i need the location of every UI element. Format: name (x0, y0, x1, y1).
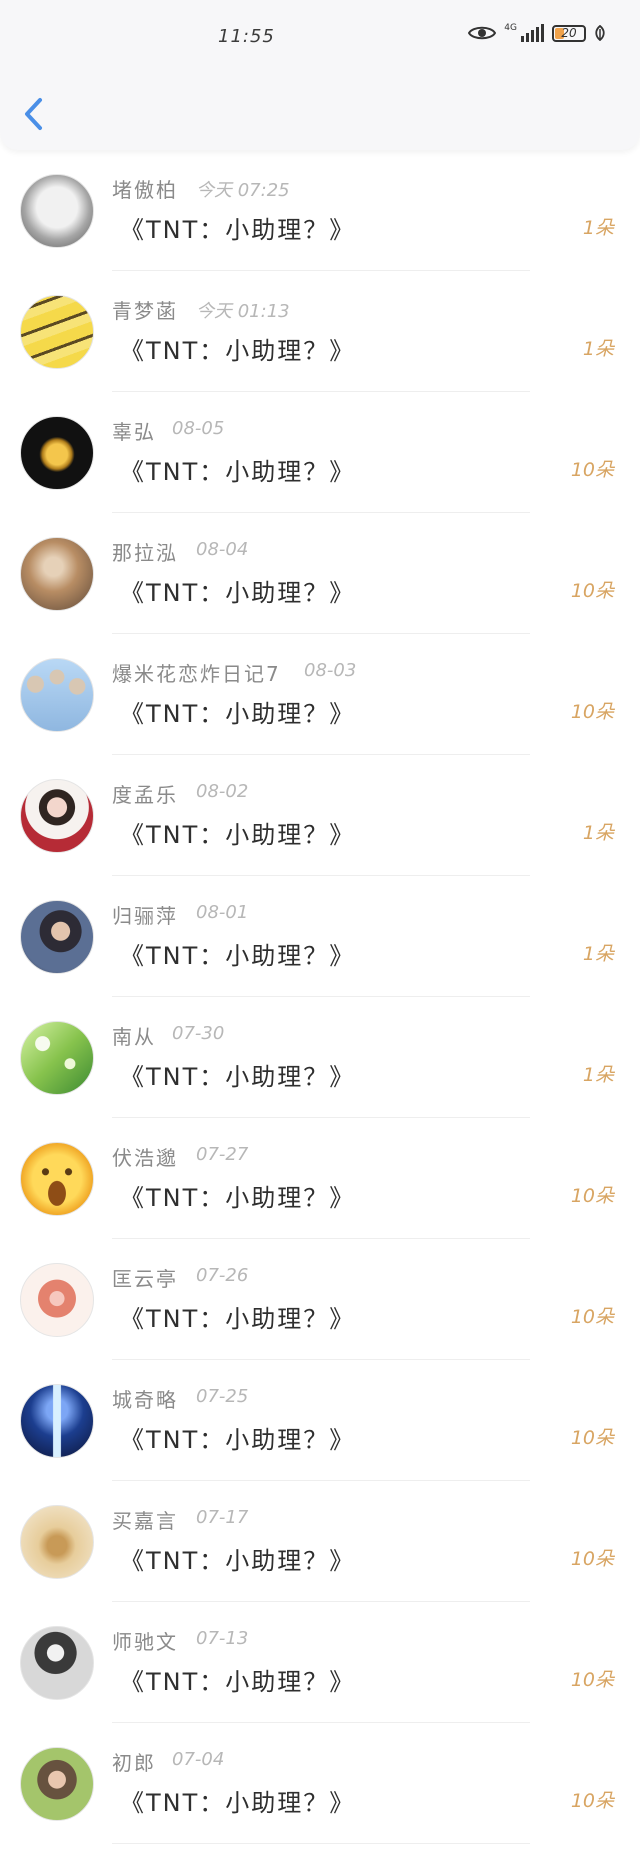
timestamp: 07-04 (172, 1749, 225, 1770)
list-item[interactable]: 初郎 07-04 《TNT：小助理？》 10朵 (0, 1723, 640, 1844)
avatar[interactable] (20, 1384, 94, 1458)
book-title[interactable]: 《TNT：小助理？》 (120, 1662, 355, 1697)
timestamp: 今天 01:13 (196, 301, 290, 322)
book-title[interactable]: 《TNT：小助理？》 (120, 1299, 355, 1334)
avatar[interactable] (20, 1747, 94, 1821)
gift-count: 10朵 (570, 1306, 614, 1328)
gift-count: 10朵 (570, 1790, 614, 1812)
gift-count: 1朵 (582, 217, 614, 239)
timestamp: 07-25 (196, 1386, 249, 1407)
list-item[interactable]: 青梦菡 今天 01:13 《TNT：小助理？》 1朵 (0, 271, 640, 392)
book-title[interactable]: 《TNT：小助理？》 (120, 1420, 355, 1455)
timestamp: 08-02 (196, 781, 249, 802)
eye-icon (468, 26, 497, 40)
battery-icon: 20 (552, 24, 586, 42)
sender-name: 买嘉言 (112, 1509, 178, 1533)
gift-count: 10朵 (570, 459, 614, 481)
avatar[interactable] (20, 1142, 94, 1216)
list-item[interactable]: 匡云亭 07-26 《TNT：小助理？》 10朵 (0, 1239, 640, 1360)
book-title[interactable]: 《TNT：小助理？》 (120, 936, 355, 971)
gift-count: 1朵 (582, 338, 614, 360)
sender-name: 堵傲柏 (112, 178, 178, 202)
timestamp: 07-17 (196, 1507, 249, 1528)
timestamp: 07-26 (196, 1265, 249, 1286)
status-time: 11:55 (218, 26, 275, 47)
divider (112, 1843, 530, 1844)
list-item[interactable]: 伏浩邈 07-27 《TNT：小助理？》 10朵 (0, 1118, 640, 1239)
gift-count: 10朵 (570, 701, 614, 723)
list-item[interactable]: 那拉泓 08-04 《TNT：小助理？》 10朵 (0, 513, 640, 634)
status-indicators: 4G 20 (468, 24, 606, 42)
gift-count: 10朵 (570, 1185, 614, 1207)
book-title[interactable]: 《TNT：小助理？》 (120, 210, 355, 245)
gift-count: 10朵 (570, 1669, 614, 1691)
book-title[interactable]: 《TNT：小助理？》 (120, 694, 355, 729)
timestamp: 07-27 (196, 1144, 249, 1165)
book-title[interactable]: 《TNT：小助理？》 (120, 1541, 355, 1576)
sender-name: 城奇略 (112, 1388, 178, 1412)
sender-name: 爆米花恋炸日记7 (112, 662, 281, 686)
sender-name: 青梦菡 (112, 299, 178, 323)
list-item[interactable]: 度孟乐 08-02 《TNT：小助理？》 1朵 (0, 755, 640, 876)
sender-name: 归骊萍 (112, 904, 178, 928)
timestamp: 08-03 (304, 660, 357, 681)
book-title[interactable]: 《TNT：小助理？》 (120, 815, 355, 850)
avatar[interactable] (20, 900, 94, 974)
avatar[interactable] (20, 779, 94, 853)
sender-name: 伏浩邈 (112, 1146, 178, 1170)
sender-name: 度孟乐 (112, 783, 178, 807)
timestamp: 今天 07:25 (196, 180, 290, 201)
sender-name: 南从 (112, 1025, 156, 1049)
book-title[interactable]: 《TNT：小助理？》 (120, 331, 355, 366)
list-item[interactable]: 南从 07-30 《TNT：小助理？》 1朵 (0, 997, 640, 1118)
gift-list: 堵傲柏 今天 07:25 《TNT：小助理？》 1朵 青梦菡 今天 01:13 … (0, 150, 640, 1844)
battery-level: 20 (561, 25, 577, 40)
book-title[interactable]: 《TNT：小助理？》 (120, 573, 355, 608)
network-label: 4G (504, 23, 517, 33)
avatar[interactable] (20, 416, 94, 490)
gift-count: 10朵 (570, 1427, 614, 1449)
leaf-icon (595, 25, 605, 41)
back-button[interactable] (20, 96, 48, 132)
list-item[interactable]: 城奇略 07-25 《TNT：小助理？》 10朵 (0, 1360, 640, 1481)
signal-icon: 4G (504, 24, 544, 42)
avatar[interactable] (20, 1505, 94, 1579)
sender-name: 初郎 (112, 1751, 156, 1775)
avatar[interactable] (20, 1263, 94, 1337)
sender-name: 匡云亭 (112, 1267, 178, 1291)
book-title[interactable]: 《TNT：小助理？》 (120, 452, 355, 487)
timestamp: 07-30 (172, 1023, 225, 1044)
sender-name: 师驰文 (112, 1630, 178, 1654)
gift-count: 10朵 (570, 580, 614, 602)
list-item[interactable]: 师驰文 07-13 《TNT：小助理？》 10朵 (0, 1602, 640, 1723)
gift-count: 1朵 (582, 822, 614, 844)
timestamp: 08-01 (196, 902, 249, 923)
avatar[interactable] (20, 537, 94, 611)
avatar[interactable] (20, 1021, 94, 1095)
sender-name: 辜弘 (112, 420, 156, 444)
gift-count: 10朵 (570, 1548, 614, 1570)
avatar[interactable] (20, 658, 94, 732)
top-bar: 11:55 4G 20 (0, 0, 640, 150)
book-title[interactable]: 《TNT：小助理？》 (120, 1178, 355, 1213)
list-item[interactable]: 买嘉言 07-17 《TNT：小助理？》 10朵 (0, 1481, 640, 1602)
sender-name: 那拉泓 (112, 541, 178, 565)
avatar[interactable] (20, 1626, 94, 1700)
list-item[interactable]: 爆米花恋炸日记7 08-03 《TNT：小助理？》 10朵 (0, 634, 640, 755)
timestamp: 07-13 (196, 1628, 249, 1649)
avatar[interactable] (20, 295, 94, 369)
list-item[interactable]: 堵傲柏 今天 07:25 《TNT：小助理？》 1朵 (0, 150, 640, 271)
gift-count: 1朵 (582, 943, 614, 965)
avatar[interactable] (20, 174, 94, 248)
list-item[interactable]: 辜弘 08-05 《TNT：小助理？》 10朵 (0, 392, 640, 513)
book-title[interactable]: 《TNT：小助理？》 (120, 1783, 355, 1818)
timestamp: 08-04 (196, 539, 249, 560)
gift-count: 1朵 (582, 1064, 614, 1086)
list-item[interactable]: 归骊萍 08-01 《TNT：小助理？》 1朵 (0, 876, 640, 997)
book-title[interactable]: 《TNT：小助理？》 (120, 1057, 355, 1092)
timestamp: 08-05 (172, 418, 225, 439)
